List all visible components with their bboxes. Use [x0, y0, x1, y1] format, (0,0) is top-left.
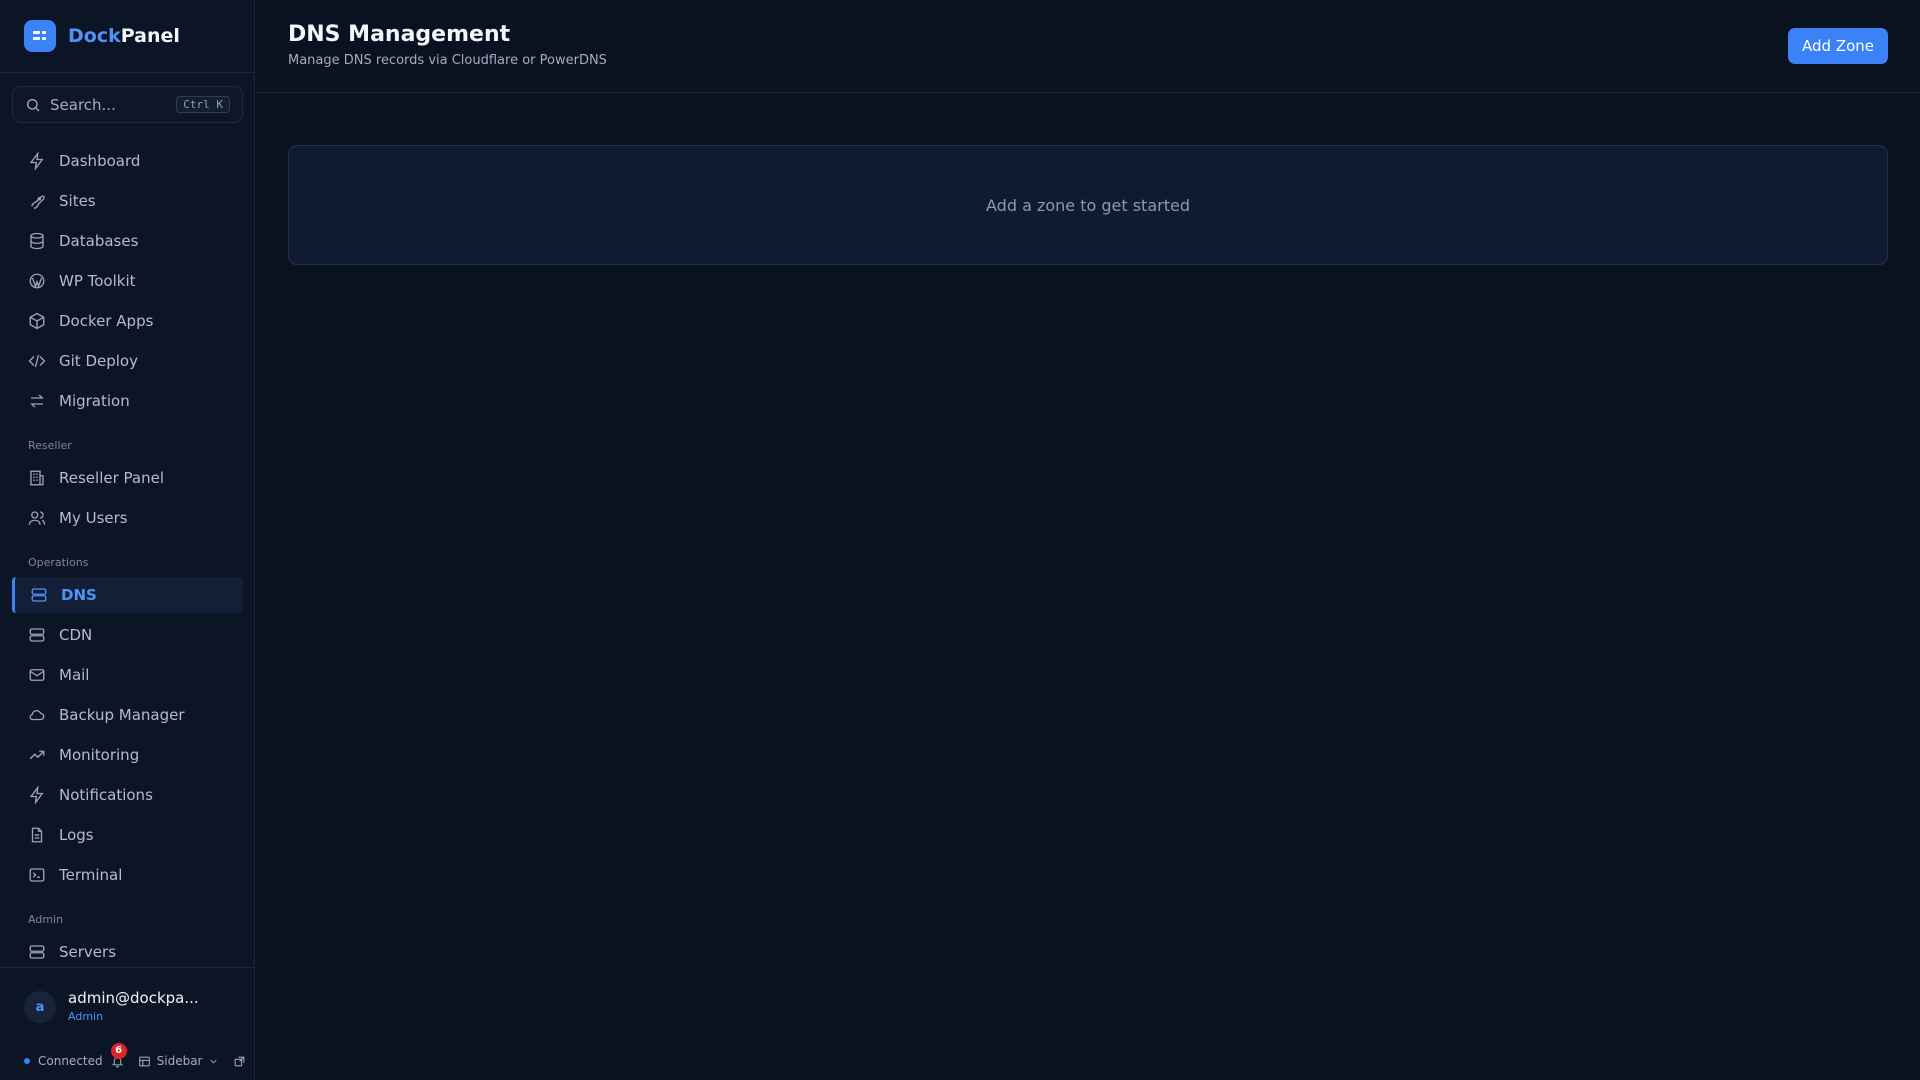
sidebar-item-label: My Users — [59, 509, 128, 527]
sidebar-item-label: Mail — [59, 666, 90, 684]
connection-status-dot — [24, 1058, 30, 1064]
building-icon — [30, 470, 44, 486]
sidebar-item-dashboard[interactable]: Dashboard — [12, 143, 243, 179]
search-input[interactable]: Search... Ctrl K — [12, 86, 243, 123]
sidebar-item-migration[interactable]: Migration — [12, 383, 243, 419]
rocket-icon — [31, 195, 45, 210]
sidebar-item-wp-toolkit[interactable]: WP Toolkit — [12, 263, 243, 299]
sidebar-item-sites[interactable]: Sites — [12, 183, 243, 219]
wordpress-icon — [29, 273, 45, 289]
sidebar-item-databases[interactable]: Databases — [12, 223, 243, 259]
sidebar-item-label: Git Deploy — [59, 352, 138, 370]
status-bar: Connected 6 Sidebar — [24, 1042, 246, 1068]
server-icon — [31, 588, 47, 602]
sidebar-item-label: Databases — [59, 232, 139, 250]
database-icon — [30, 232, 44, 250]
empty-state-message: Add a zone to get started — [986, 195, 1190, 215]
users-icon — [28, 511, 46, 525]
mail-icon — [29, 669, 45, 681]
connection-status: Connected — [38, 1054, 103, 1068]
terminal-icon — [29, 868, 45, 882]
sidebar-item-label: Monitoring — [59, 746, 140, 764]
page-subtitle: Manage DNS records via Cloudflare or Pow… — [288, 53, 607, 68]
sidebar-item-terminal[interactable]: Terminal — [12, 857, 243, 893]
sidebar-item-logs[interactable]: Logs — [12, 817, 243, 853]
sidebar-item-label: Migration — [59, 392, 130, 410]
sidebar-item-label: CDN — [59, 626, 93, 644]
sidebar-item-dns[interactable]: DNS — [12, 577, 243, 613]
sidebar-item-label: DNS — [61, 586, 97, 604]
sidebar-item-label: Reseller Panel — [59, 469, 164, 487]
box-icon — [29, 312, 45, 330]
sidebar-item-docker-apps[interactable]: Docker Apps — [12, 303, 243, 339]
sidebar-item-my-users[interactable]: My Users — [12, 500, 243, 536]
arrows-swap-icon — [30, 394, 44, 408]
sidebar-item-mail[interactable]: Mail — [12, 657, 243, 693]
empty-state-card: Add a zone to get started — [288, 145, 1888, 265]
layout-label: Sidebar — [156, 1054, 203, 1068]
server-icon — [29, 628, 45, 642]
search-shortcut: Ctrl K — [176, 96, 230, 113]
lightning-icon — [29, 786, 44, 804]
sidebar-footer: a admin@dockpa... Admin Connected 6 Side… — [0, 967, 255, 1080]
sidebar-item-label: Terminal — [59, 866, 123, 884]
code-icon — [28, 354, 46, 368]
sidebar-item-cdn[interactable]: CDN — [12, 617, 243, 653]
sidebar: DockPanel Search... Ctrl K Dashboard Sit… — [0, 0, 255, 1080]
chevron-down-icon — [210, 1059, 218, 1064]
sidebar-item-label: Logs — [59, 826, 94, 844]
sidebar-item-backup-manager[interactable]: Backup Manager — [12, 697, 243, 733]
server-icon — [29, 945, 45, 959]
section-heading-reseller: Reseller — [28, 439, 72, 452]
layout-icon — [138, 1056, 150, 1066]
search-icon — [27, 98, 40, 111]
trending-up-icon — [29, 750, 45, 760]
user-role: Admin — [68, 1010, 104, 1023]
brand[interactable]: DockPanel — [0, 0, 254, 73]
user-email[interactable]: admin@dockpa... — [68, 989, 199, 1007]
notification-badge: 6 — [110, 1042, 127, 1059]
sidebar-item-git-deploy[interactable]: Git Deploy — [12, 343, 243, 379]
sidebar-item-label: Dashboard — [59, 152, 141, 170]
section-heading-admin: Admin — [28, 913, 64, 926]
sidebar-item-label: WP Toolkit — [59, 272, 136, 290]
sidebar-item-label: Servers — [59, 943, 117, 961]
sidebar-item-label: Sites — [59, 192, 96, 210]
sidebar-item-label: Notifications — [59, 786, 153, 804]
cloud-icon — [29, 710, 45, 721]
sidebar-item-label: Docker Apps — [59, 312, 154, 330]
sidebar-item-monitoring[interactable]: Monitoring — [12, 737, 243, 773]
avatar[interactable]: a — [24, 991, 56, 1023]
sidebar-item-label: Backup Manager — [59, 706, 185, 724]
file-icon — [31, 827, 43, 843]
page-header: DNS Management Manage DNS records via Cl… — [256, 0, 1920, 93]
external-window-icon[interactable] — [233, 1055, 246, 1068]
page-title: DNS Management — [288, 22, 511, 47]
dockpanel-logo-icon — [24, 20, 56, 52]
sidebar-item-reseller-panel[interactable]: Reseller Panel — [12, 460, 243, 496]
add-zone-button[interactable]: Add Zone — [1788, 28, 1888, 64]
lightning-icon — [29, 152, 44, 170]
brand-name: DockPanel — [68, 25, 180, 47]
sidebar-item-servers[interactable]: Servers — [12, 934, 243, 970]
sidebar-item-notifications[interactable]: Notifications — [12, 777, 243, 813]
search-placeholder: Search... — [50, 95, 116, 114]
notifications-button[interactable]: 6 — [110, 1042, 127, 1068]
layout-toggle[interactable]: Sidebar — [138, 1054, 220, 1068]
section-heading-operations: Operations — [28, 556, 89, 569]
